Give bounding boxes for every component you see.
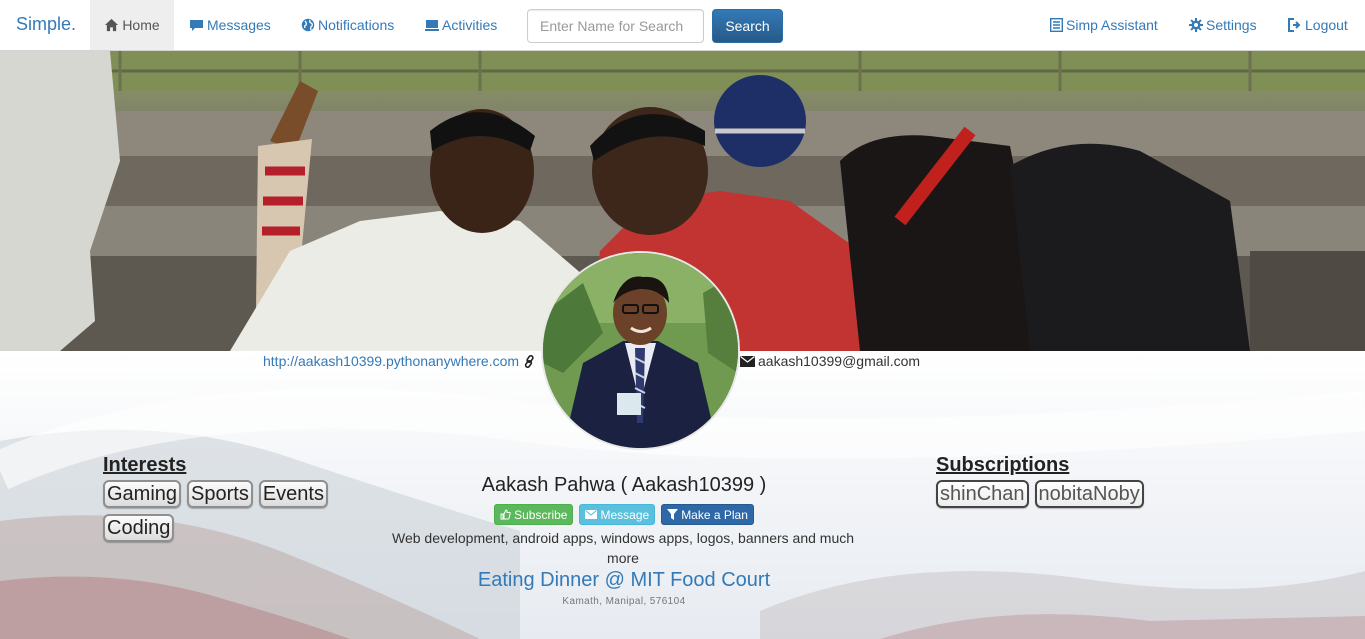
thumbs-up-icon <box>500 509 511 520</box>
nav-activities[interactable]: Activities <box>425 0 497 50</box>
nav-settings[interactable]: Settings <box>1189 0 1257 50</box>
nav-home[interactable]: Home <box>90 0 174 50</box>
interest-tag[interactable]: Sports <box>187 480 253 508</box>
nav-home-label: Home <box>122 17 160 33</box>
subscription-tag[interactable]: shinChan <box>936 480 1029 508</box>
home-icon <box>104 18 119 32</box>
profile-actions: Subscribe Message Make a Plan <box>380 504 868 525</box>
website-link[interactable]: http://aakash10399.pythonanywhere.com <box>263 353 536 369</box>
interest-tag[interactable]: Gaming <box>103 480 182 508</box>
message-label: Message <box>600 507 650 522</box>
nav-activities-label: Activities <box>442 17 498 33</box>
nav-logout[interactable]: Logout <box>1288 0 1348 50</box>
subscribe-button[interactable]: Subscribe <box>494 504 574 525</box>
profile-avatar[interactable] <box>541 251 740 450</box>
brand-logo[interactable]: Simple. <box>16 14 76 35</box>
envelope-icon <box>740 355 755 367</box>
subscribe-label: Subscribe <box>514 507 568 522</box>
cog-icon <box>1189 18 1203 32</box>
make-a-plan-label: Make a Plan <box>681 507 748 522</box>
nav-notifications-label: Notifications <box>318 17 395 33</box>
search-input[interactable] <box>527 9 704 43</box>
link-icon <box>523 354 536 368</box>
subscriptions-list: shinChan nobitaNoby <box>936 480 1196 508</box>
nav-notifications[interactable]: Notifications <box>301 0 394 50</box>
interests-heading: Interests <box>103 454 187 476</box>
interest-tag[interactable]: Coding <box>103 514 175 542</box>
nav-messages[interactable]: Messages <box>189 0 271 50</box>
monitor-icon <box>425 19 439 32</box>
nav-logout-label: Logout <box>1305 17 1348 33</box>
interests-list: Gaming Sports Events Coding <box>103 480 333 542</box>
profile-bio: Web development, android apps, windows a… <box>391 530 855 566</box>
logout-icon <box>1288 18 1302 32</box>
comment-icon <box>189 19 204 32</box>
nav-simp-assistant-label: Simp Assistant <box>1066 17 1158 33</box>
subscription-tag[interactable]: nobitaNoby <box>1034 480 1144 508</box>
search-button[interactable]: Search <box>712 9 783 43</box>
message-button[interactable]: Message <box>579 504 656 525</box>
email-address: aakash10399@gmail.com <box>758 353 921 369</box>
interest-tag[interactable]: Events <box>258 480 328 508</box>
profile-status[interactable]: Eating Dinner @ MIT Food Court <box>380 569 868 592</box>
profile-name: Aakash Pahwa ( Aakash10399 ) <box>481 474 767 496</box>
profile-location: Kamath, Manipal, 576104 <box>562 596 686 607</box>
envelope-icon <box>585 510 598 519</box>
globe-icon <box>301 18 315 32</box>
website-url: http://aakash10399.pythonanywhere.com <box>263 353 520 369</box>
list-alt-icon <box>1050 18 1063 32</box>
nav-settings-label: Settings <box>1206 17 1257 33</box>
nav-simp-assistant[interactable]: Simp Assistant <box>1050 0 1158 50</box>
filter-icon <box>667 509 679 520</box>
make-a-plan-button[interactable]: Make a Plan <box>661 504 754 525</box>
subscriptions-heading: Subscriptions <box>936 454 1070 476</box>
top-navbar: Simple. Home Messages Notifications Acti… <box>0 0 1365 51</box>
nav-messages-label: Messages <box>207 17 271 33</box>
email-contact: aakash10399@gmail.com <box>740 353 920 369</box>
